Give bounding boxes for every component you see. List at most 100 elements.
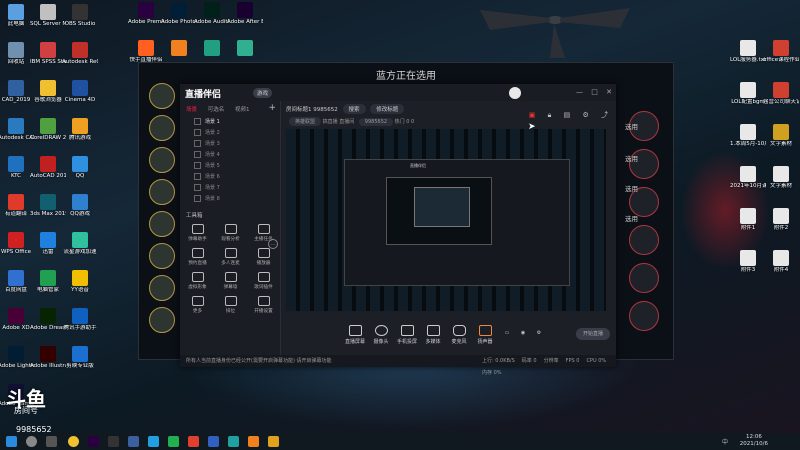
desktop-shortcut[interactable]: 1.本周5月-10月直播脚本 (730, 124, 766, 148)
desktop-shortcut[interactable]: 2021年10月课程 (730, 166, 766, 190)
system-clock[interactable]: 12:06 2021/10/6 (740, 434, 768, 448)
toolbox-item[interactable]: 歌词插件 (247, 270, 280, 290)
champion-slot[interactable] (149, 307, 175, 333)
share-icon[interactable]: ⤴︎ (601, 111, 608, 119)
desktop-shortcut[interactable]: 电脑管家 (30, 270, 66, 294)
desktop-shortcut[interactable]: 文字素材 (763, 166, 799, 190)
desktop-shortcut[interactable]: 腾讯游戏 (62, 118, 98, 142)
gift-icon[interactable]: ▣ (529, 111, 536, 119)
task-view-icon[interactable] (46, 436, 57, 447)
room-search-pill[interactable]: 搜索 (342, 104, 366, 114)
stream-preview[interactable]: 直播伴侣 (286, 129, 606, 311)
app-icon[interactable] (208, 436, 219, 447)
scene-item[interactable]: 场景 5 (180, 161, 280, 172)
desktop-shortcut[interactable]: WPS Office (0, 232, 34, 256)
desktop-shortcut[interactable]: 附件2 (763, 208, 799, 232)
app-icon[interactable] (228, 436, 239, 447)
scene-item[interactable]: 场景 4 (180, 150, 280, 161)
desktop-shortcut[interactable]: IBM SPSS Statistics 21 (30, 42, 66, 66)
tab-scenes[interactable]: 场景 (186, 107, 197, 113)
toolbox-item[interactable]: 开播设置 (247, 294, 280, 314)
wechat-icon[interactable] (168, 436, 179, 447)
toolbox-item[interactable]: 弹幕助手 (181, 222, 214, 242)
category-pill[interactable]: 英雄联盟 (289, 117, 322, 126)
desktop-shortcut[interactable]: Adobe XD (0, 308, 34, 332)
streaming-app-taskbar-icon[interactable] (268, 436, 279, 447)
scene-item[interactable]: 场景 8 (180, 194, 280, 205)
desktop-shortcut[interactable]: 附件1 (730, 208, 766, 232)
scene-checkbox[interactable] (194, 129, 201, 136)
scene-item[interactable]: 场景 7 (180, 183, 280, 194)
record-icon[interactable]: ▤ (564, 111, 571, 119)
maximize-button[interactable]: □ (591, 88, 598, 96)
desktop-shortcut[interactable] (194, 40, 230, 57)
desktop-shortcut[interactable]: KTC (0, 156, 34, 180)
champion-slot[interactable] (149, 115, 175, 141)
toolbox-item[interactable]: 预约直播 (181, 246, 214, 266)
desktop-shortcut[interactable]: Autodesk CAD 2019 (0, 118, 34, 142)
settings-icon[interactable]: ⚙︎ (582, 111, 588, 119)
desktop-shortcut[interactable]: SQL Server Manage... (30, 4, 66, 28)
desktop-shortcut[interactable]: 腾讯手游助手 (62, 308, 98, 332)
desktop-shortcut[interactable]: Cinema 4D (62, 80, 98, 104)
desktop-shortcut[interactable]: AutoCAD 2018 (30, 156, 66, 180)
toolbox-item[interactable]: 虚拟形象 (181, 270, 214, 290)
app-icon[interactable] (248, 436, 259, 447)
obs-icon[interactable] (108, 436, 119, 447)
desktop-shortcut[interactable]: Adobe Photosh... (161, 2, 197, 26)
speaker-button[interactable]: 扬声器 (470, 325, 500, 345)
scene-checkbox[interactable] (194, 118, 201, 125)
desktop-shortcut[interactable]: LOL服务器.txt (730, 40, 766, 64)
toolbox-item[interactable]: 播放器 (247, 246, 280, 266)
qq-icon[interactable] (148, 436, 159, 447)
champion-slot[interactable] (149, 147, 175, 173)
champion-slot[interactable] (629, 225, 659, 255)
desktop-shortcut[interactable]: 流星游戏加速 (62, 232, 98, 256)
edit-title-pill[interactable]: 修改标题 (370, 104, 405, 114)
desktop-shortcut[interactable]: OBS Studio (62, 4, 98, 28)
gear-icon[interactable]: ⚙︎ (532, 330, 546, 336)
desktop-shortcut[interactable]: 3ds Max 2019 (30, 194, 66, 218)
desktop-shortcut[interactable]: Adobe Dreamwe... (30, 308, 66, 332)
eye-icon[interactable]: ◉ (516, 330, 530, 336)
scene-item[interactable]: 场景 6 (180, 172, 280, 183)
scene-checkbox[interactable] (194, 173, 201, 180)
desktop-shortcut[interactable]: CAD_2019 (0, 80, 34, 104)
user-avatar[interactable] (509, 87, 521, 99)
desktop-shortcut[interactable]: CorelDRAW 2019 (30, 118, 66, 142)
champion-slot[interactable] (149, 243, 175, 269)
desktop-shortcut[interactable]: Autodesk ReCap (62, 42, 98, 66)
desktop-shortcut[interactable] (161, 40, 197, 57)
search-icon[interactable] (26, 436, 37, 447)
desktop-shortcut[interactable]: YY语音 (62, 270, 98, 294)
toolbox-item[interactable]: 排位 (214, 294, 247, 314)
desktop-shortcut[interactable]: Adobe Lightroo... (0, 346, 34, 370)
desktop-shortcut[interactable]: office课程作业 (763, 40, 799, 64)
desktop-shortcut[interactable]: Adobe Premie... (128, 2, 164, 26)
tab-sources[interactable]: 可选名 (208, 107, 225, 113)
close-button[interactable]: ✕ (606, 88, 612, 96)
desktop-shortcut[interactable]: 迅雷 (30, 232, 66, 256)
champion-slot[interactable] (149, 211, 175, 237)
champion-slot[interactable] (149, 275, 175, 301)
desktop-shortcut[interactable]: 此电脑 (0, 4, 34, 28)
desktop-shortcut[interactable]: Adobe After Effects CC ... (227, 2, 263, 26)
streaming-app-window[interactable]: 直播伴侣 游戏 — □ ✕ 场景 可选名 视频1 + 场景 1 场景 2 场景 3场… (180, 84, 616, 376)
scene-checkbox[interactable] (194, 195, 201, 202)
toolbox-item[interactable]: 更多 (181, 294, 214, 314)
chrome-icon[interactable] (68, 436, 79, 447)
toolbox-item[interactable]: 观看分析 (214, 222, 247, 242)
mode-badge[interactable]: 游戏 (253, 88, 273, 98)
desktop-shortcut[interactable]: QQ (62, 156, 98, 180)
desktop-shortcut[interactable]: 回收站 (0, 42, 34, 66)
toolbox-item[interactable]: 多人连麦 (214, 246, 247, 266)
tab-video[interactable]: 视频1 (235, 107, 250, 113)
desktop-shortcut[interactable]: Adobe Auditi... (194, 2, 230, 26)
scene-item[interactable]: 场景 2 (180, 128, 280, 139)
champion-slot[interactable] (149, 83, 175, 109)
desktop-shortcut[interactable]: QQ游戏 (62, 194, 98, 218)
desktop-shortcut[interactable]: 有道翻译 (0, 194, 34, 218)
scene-item[interactable]: 场景 3 (180, 139, 280, 150)
desktop-shortcut[interactable] (227, 40, 263, 57)
input-language[interactable]: 中 (722, 437, 728, 446)
